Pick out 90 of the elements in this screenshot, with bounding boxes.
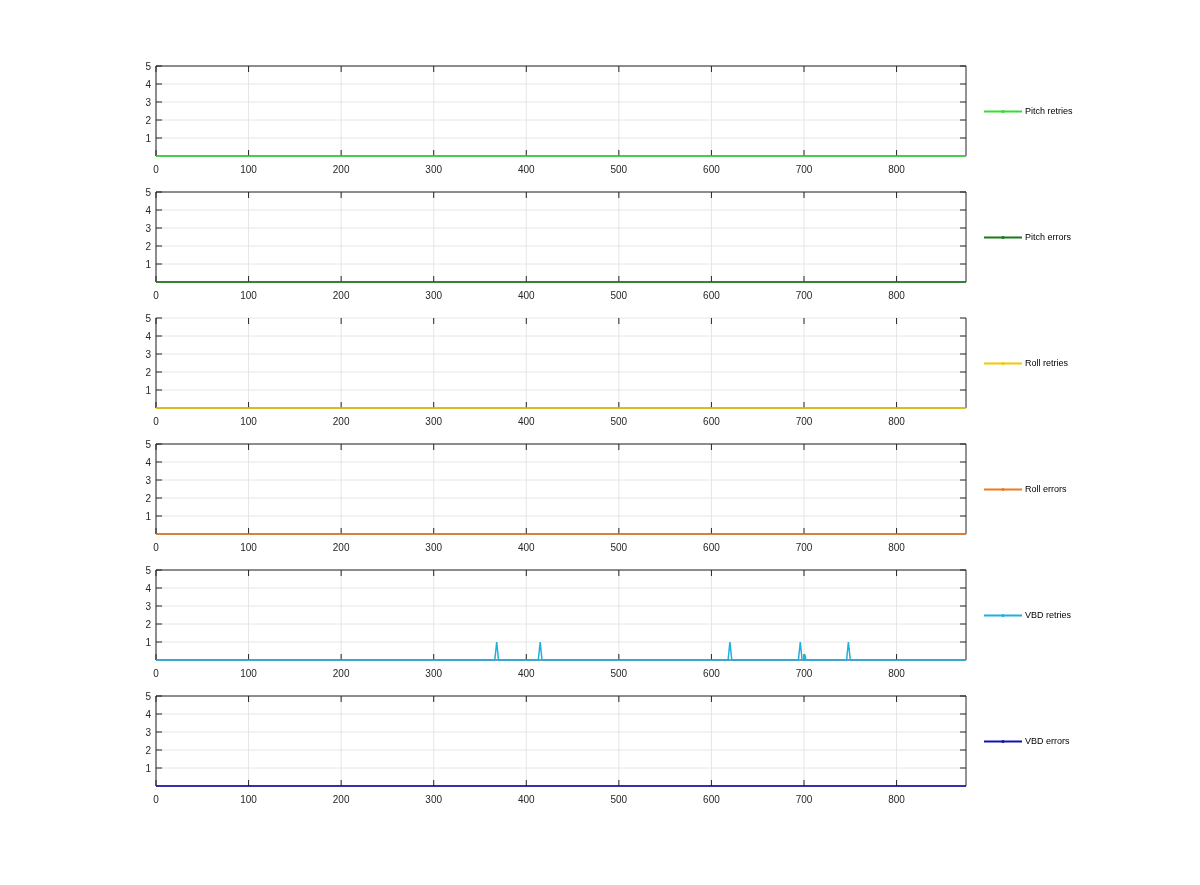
y-tick-label: 5: [145, 565, 151, 576]
x-tick-label: 700: [795, 290, 813, 301]
x-tick-label: 200: [332, 416, 350, 427]
y-tick-label: 3: [145, 349, 151, 360]
x-tick-label: 500: [610, 416, 628, 427]
x-tick-label: 600: [703, 164, 720, 175]
x-tick-label: 100: [240, 416, 257, 427]
x-tick-label: 600: [703, 668, 720, 679]
x-tick-label: 500: [610, 164, 628, 175]
x-tick-label: 500: [610, 668, 628, 679]
x-tick-label: 500: [610, 542, 628, 553]
x-tick-label: 100: [240, 542, 257, 553]
x-tick-label: 300: [425, 668, 443, 679]
y-tick-label: 1: [145, 133, 151, 144]
legend-label: Roll errors: [1025, 484, 1067, 494]
y-tick-label: 3: [145, 601, 151, 612]
y-tick-label: 1: [145, 259, 151, 270]
x-tick-label: 800: [888, 290, 905, 301]
y-tick-label: 1: [145, 385, 151, 396]
y-tick-label: 5: [145, 439, 151, 450]
legend-label: VBD errors: [1025, 736, 1070, 746]
x-tick-label: 800: [888, 668, 905, 679]
x-tick-label: 200: [332, 794, 350, 805]
x-tick-label: 200: [332, 668, 350, 679]
x-tick-label: 100: [240, 668, 257, 679]
y-tick-label: 3: [145, 223, 151, 234]
x-tick-label: 200: [332, 290, 350, 301]
x-tick-label: 0: [153, 290, 159, 301]
x-tick-label: 300: [425, 290, 443, 301]
x-tick-label: 400: [517, 542, 535, 553]
y-tick-label: 5: [145, 61, 151, 72]
y-tick-label: 1: [145, 637, 151, 648]
y-tick-label: 2: [145, 115, 151, 126]
x-tick-label: 400: [517, 290, 535, 301]
x-tick-label: 0: [153, 542, 159, 553]
x-tick-label: 400: [517, 794, 535, 805]
y-tick-label: 4: [145, 79, 151, 90]
x-tick-label: 200: [332, 164, 350, 175]
x-tick-label: 700: [795, 794, 813, 805]
x-tick-label: 100: [240, 794, 257, 805]
x-tick-label: 0: [153, 794, 159, 805]
x-tick-label: 800: [888, 416, 905, 427]
x-tick-label: 800: [888, 542, 905, 553]
x-tick-label: 400: [517, 668, 535, 679]
y-tick-label: 1: [145, 511, 151, 522]
x-tick-label: 800: [888, 164, 905, 175]
x-tick-label: 500: [610, 794, 628, 805]
x-tick-label: 700: [795, 668, 813, 679]
x-tick-label: 500: [610, 290, 628, 301]
y-tick-label: 5: [145, 691, 151, 702]
x-tick-label: 0: [153, 668, 159, 679]
y-tick-label: 4: [145, 205, 151, 216]
x-tick-label: 400: [517, 416, 535, 427]
x-tick-label: 100: [240, 290, 257, 301]
x-tick-label: 0: [153, 164, 159, 175]
y-tick-label: 1: [145, 763, 151, 774]
x-tick-label: 600: [703, 794, 720, 805]
x-tick-label: 300: [425, 164, 443, 175]
legend-label: Roll retries: [1025, 358, 1068, 368]
x-tick-label: 700: [795, 164, 813, 175]
x-tick-label: 800: [888, 794, 905, 805]
y-tick-label: 2: [145, 745, 151, 756]
y-tick-label: 4: [145, 709, 151, 720]
x-tick-label: 0: [153, 416, 159, 427]
x-tick-label: 300: [425, 416, 443, 427]
x-tick-label: 100: [240, 164, 257, 175]
x-tick-label: 700: [795, 542, 813, 553]
y-tick-label: 3: [145, 97, 151, 108]
y-tick-label: 2: [145, 493, 151, 504]
x-tick-label: 600: [703, 416, 720, 427]
x-tick-label: 600: [703, 290, 720, 301]
y-tick-label: 5: [145, 313, 151, 324]
y-tick-label: 5: [145, 187, 151, 198]
y-tick-label: 3: [145, 475, 151, 486]
x-tick-label: 200: [332, 542, 350, 553]
y-tick-label: 2: [145, 241, 151, 252]
x-tick-label: 600: [703, 542, 720, 553]
legend-label: Pitch errors: [1025, 232, 1071, 242]
legend-label: VBD retries: [1025, 610, 1071, 620]
legend-label: Pitch retries: [1025, 106, 1073, 116]
y-tick-label: 2: [145, 367, 151, 378]
x-tick-label: 700: [795, 416, 813, 427]
x-tick-label: 400: [517, 164, 535, 175]
x-tick-label: 300: [425, 794, 443, 805]
y-tick-label: 2: [145, 619, 151, 630]
y-tick-label: 4: [145, 331, 151, 342]
y-tick-label: 3: [145, 727, 151, 738]
y-tick-label: 4: [145, 457, 151, 468]
x-tick-label: 300: [425, 542, 443, 553]
y-tick-label: 4: [145, 583, 151, 594]
